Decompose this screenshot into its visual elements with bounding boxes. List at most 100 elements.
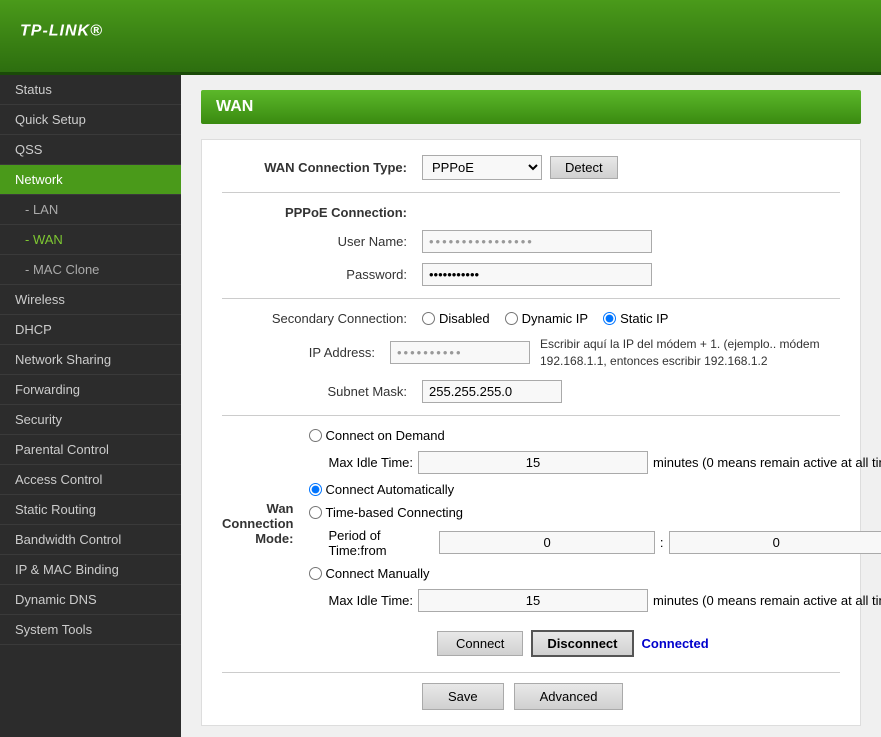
- sidebar-item-status[interactable]: Status: [0, 75, 181, 105]
- minutes-note-2: minutes (0 means remain active at all ti…: [653, 593, 881, 608]
- connect-on-demand-radio[interactable]: [309, 429, 322, 442]
- connect-manually-option[interactable]: Connect Manually: [309, 566, 430, 581]
- connect-on-demand-label: Connect on Demand: [326, 428, 445, 443]
- max-idle-time-2-input[interactable]: [418, 589, 648, 612]
- sidebar-item-qss[interactable]: QSS: [0, 135, 181, 165]
- connect-on-demand-option[interactable]: Connect on Demand: [309, 428, 445, 443]
- divider-2: [222, 298, 840, 299]
- colon-1: :: [660, 535, 664, 550]
- sidebar-item-parental-control[interactable]: Parental Control: [0, 435, 181, 465]
- disconnect-button[interactable]: Disconnect: [531, 630, 633, 657]
- secondary-connection-label: Secondary Connection:: [222, 311, 422, 326]
- connect-button[interactable]: Connect: [437, 631, 523, 656]
- wan-connection-type-select[interactable]: PPPoE Dynamic IP Static IP L2TP PPTP: [422, 155, 542, 180]
- sidebar-item-lan[interactable]: - LAN: [0, 195, 181, 225]
- password-row: Password:: [222, 263, 840, 286]
- pppoe-connection-label: PPPoE Connection:: [222, 205, 422, 220]
- time-based-radio[interactable]: [309, 506, 322, 519]
- sidebar-item-forwarding[interactable]: Forwarding: [0, 375, 181, 405]
- sidebar-item-system-tools[interactable]: System Tools: [0, 615, 181, 645]
- max-idle-time-1-row: Max Idle Time: minutes (0 means remain a…: [329, 451, 881, 474]
- period-label: Period of Time:from: [329, 528, 435, 558]
- disabled-radio[interactable]: [422, 312, 435, 325]
- divider-1: [222, 192, 840, 193]
- connect-manually-label: Connect Manually: [326, 566, 430, 581]
- max-idle-time-2-row: Max Idle Time: minutes (0 means remain a…: [329, 589, 881, 612]
- connection-status: Connected: [642, 636, 709, 651]
- connect-manually-row: Connect Manually: [309, 566, 881, 581]
- max-idle-time-2-label: Max Idle Time:: [329, 593, 414, 608]
- subnet-mask-row: Subnet Mask:: [222, 380, 840, 403]
- username-row: User Name:: [222, 230, 840, 253]
- wan-connection-type-row: WAN Connection Type: PPPoE Dynamic IP St…: [222, 155, 840, 180]
- sidebar-item-wan[interactable]: - WAN: [0, 225, 181, 255]
- wan-connection-mode-label: Wan Connection Mode:: [222, 501, 309, 546]
- dynamic-ip-radio[interactable]: [505, 312, 518, 325]
- secondary-connection-row: Secondary Connection: Disabled Dynamic I…: [222, 311, 840, 326]
- sidebar-item-security[interactable]: Security: [0, 405, 181, 435]
- connect-automatically-label: Connect Automatically: [326, 482, 455, 497]
- sidebar-item-mac-clone[interactable]: - MAC Clone: [0, 255, 181, 285]
- ip-hint-text: Escribir aquí la IP del módem + 1. (ejem…: [540, 336, 840, 370]
- sidebar-item-dhcp[interactable]: DHCP: [0, 315, 181, 345]
- sidebar-item-static-routing[interactable]: Static Routing: [0, 495, 181, 525]
- time-based-connecting-option[interactable]: Time-based Connecting: [309, 505, 464, 520]
- wan-form: WAN Connection Type: PPPoE Dynamic IP St…: [201, 139, 861, 726]
- time-from-m-input[interactable]: [669, 531, 881, 554]
- footer-divider: [222, 672, 840, 673]
- connect-disconnect-area: Connect Disconnect Connected: [222, 630, 840, 657]
- subnet-mask-label: Subnet Mask:: [222, 384, 422, 399]
- ip-address-row: IP Address: Escribir aquí la IP del móde…: [222, 336, 840, 370]
- disabled-option[interactable]: Disabled: [422, 311, 490, 326]
- max-idle-time-1-input[interactable]: [418, 451, 648, 474]
- pppoe-connection-row: PPPoE Connection:: [222, 205, 840, 220]
- time-from-h-input[interactable]: [439, 531, 655, 554]
- sidebar-item-network[interactable]: Network: [0, 165, 181, 195]
- connect-on-demand-row: Connect on Demand: [309, 428, 881, 443]
- connect-automatically-option[interactable]: Connect Automatically: [309, 482, 455, 497]
- connect-manually-radio[interactable]: [309, 567, 322, 580]
- sidebar-item-quick-setup[interactable]: Quick Setup: [0, 105, 181, 135]
- connect-automatically-row: Connect Automatically: [309, 482, 881, 497]
- logo: TP-LINK®: [20, 18, 103, 55]
- password-input[interactable]: [422, 263, 652, 286]
- user-name-label: User Name:: [222, 234, 422, 249]
- sidebar: Status Quick Setup QSS Network - LAN - W…: [0, 75, 181, 737]
- minutes-note-1: minutes (0 means remain active at all ti…: [653, 455, 881, 470]
- static-ip-option[interactable]: Static IP: [603, 311, 668, 326]
- main-content: WAN WAN Connection Type: PPPoE Dynamic I…: [181, 75, 881, 737]
- sidebar-item-bandwidth-control[interactable]: Bandwidth Control: [0, 525, 181, 555]
- time-based-connecting-row: Time-based Connecting: [309, 505, 881, 520]
- sidebar-item-network-sharing[interactable]: Network Sharing: [0, 345, 181, 375]
- connect-automatically-radio[interactable]: [309, 483, 322, 496]
- sidebar-item-ip-mac-binding[interactable]: IP & MAC Binding: [0, 555, 181, 585]
- sidebar-item-access-control[interactable]: Access Control: [0, 465, 181, 495]
- ip-address-input[interactable]: [390, 341, 530, 364]
- time-period-row: Period of Time:from : (HH:MM) to : (HH:M…: [329, 528, 881, 558]
- save-button[interactable]: Save: [422, 683, 504, 710]
- static-ip-label: Static IP: [620, 311, 668, 326]
- connection-mode-options: Connect on Demand Max Idle Time: minutes…: [309, 428, 881, 620]
- user-name-input[interactable]: [422, 230, 652, 253]
- ip-address-label: IP Address:: [222, 345, 390, 360]
- layout: Status Quick Setup QSS Network - LAN - W…: [0, 75, 881, 737]
- disabled-label: Disabled: [439, 311, 490, 326]
- sidebar-item-dynamic-dns[interactable]: Dynamic DNS: [0, 585, 181, 615]
- sidebar-item-wireless[interactable]: Wireless: [0, 285, 181, 315]
- password-label: Password:: [222, 267, 422, 282]
- dynamic-ip-label: Dynamic IP: [522, 311, 588, 326]
- secondary-connection-options: Disabled Dynamic IP Static IP: [422, 311, 668, 326]
- static-ip-radio[interactable]: [603, 312, 616, 325]
- time-based-label: Time-based Connecting: [326, 505, 464, 520]
- page-title: WAN: [201, 90, 861, 124]
- logo-text: TP-LINK: [20, 22, 90, 39]
- max-idle-time-1-label: Max Idle Time:: [329, 455, 414, 470]
- trademark: ®: [90, 22, 103, 39]
- wan-connection-type-label: WAN Connection Type:: [222, 160, 422, 175]
- advanced-button[interactable]: Advanced: [514, 683, 624, 710]
- header: TP-LINK®: [0, 0, 881, 75]
- divider-3: [222, 415, 840, 416]
- dynamic-ip-option[interactable]: Dynamic IP: [505, 311, 588, 326]
- subnet-mask-input[interactable]: [422, 380, 562, 403]
- detect-button[interactable]: Detect: [550, 156, 618, 179]
